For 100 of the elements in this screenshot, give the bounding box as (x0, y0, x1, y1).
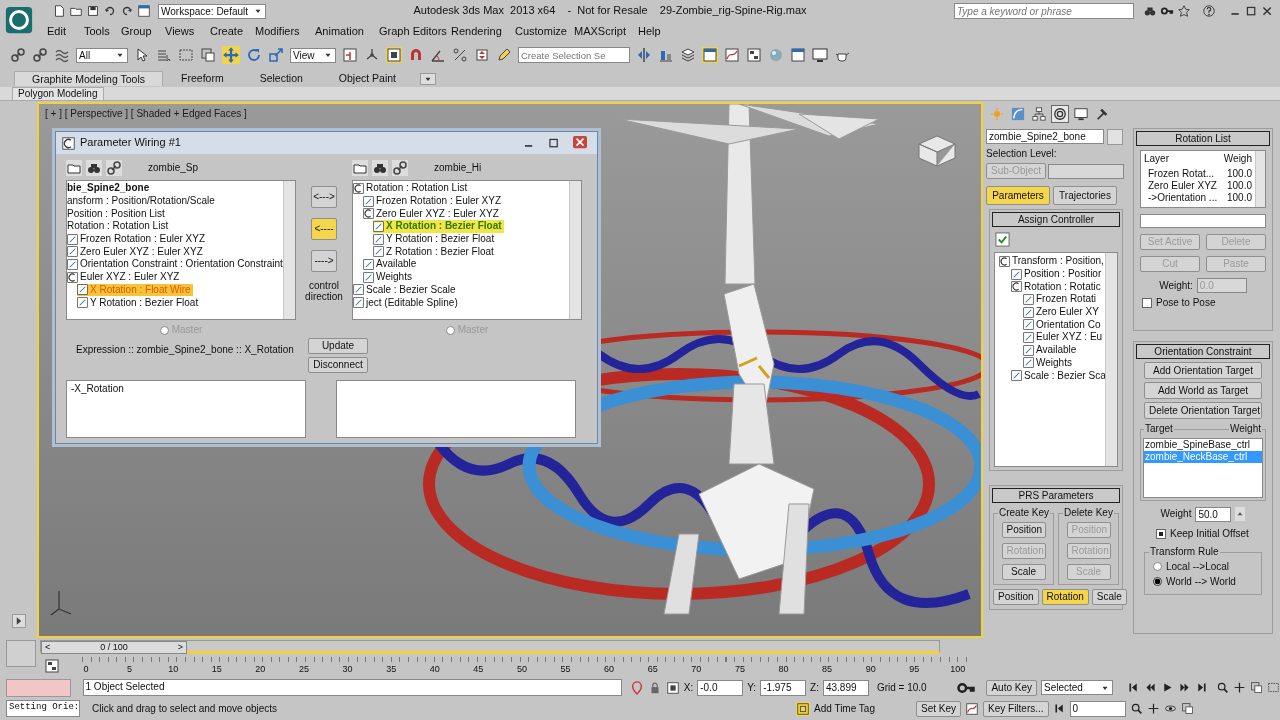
ribbon-tab[interactable]: Graphite Modeling Tools (14, 70, 164, 87)
scrollbar[interactable] (1255, 151, 1265, 207)
scrollbar[interactable] (1105, 253, 1117, 466)
tree-item[interactable]: Rotation : Rotatic (1011, 280, 1103, 294)
prs-tab[interactable]: Position (993, 589, 1039, 605)
favorites-icon[interactable] (1177, 4, 1191, 18)
mirror-icon[interactable] (636, 47, 652, 63)
coordinate-field[interactable]: -0.0 (697, 679, 744, 696)
menu-item[interactable]: Animation (315, 23, 379, 40)
set-key-button[interactable]: Set Key (916, 700, 962, 717)
render-setup-icon[interactable] (790, 47, 806, 63)
viewport-expand-icon[interactable] (11, 614, 26, 628)
tree-item[interactable]: Y Rotation : Bezier Float (373, 232, 497, 246)
rendered-frame-icon[interactable] (812, 47, 828, 63)
time-tag-icon[interactable] (796, 701, 810, 716)
tree-item[interactable]: bie_Spine2_bone (67, 182, 152, 195)
column-header[interactable]: Layer (1144, 153, 1169, 165)
track-view-icon[interactable] (44, 658, 60, 674)
help-icon[interactable] (1202, 4, 1216, 18)
viewport-label[interactable]: [ + ] [ Perspective ] [ Shaded + Edged Faces ] (45, 108, 247, 120)
scrollbar[interactable] (283, 181, 295, 319)
ribbon-tab[interactable]: Freeform (163, 70, 242, 87)
previous-frame-icon[interactable] (1144, 681, 1157, 694)
tree-item[interactable]: ject (Editable Spline) (353, 296, 460, 309)
edit-named-selection-icon[interactable] (496, 47, 512, 63)
weight-field[interactable]: 50.0 (1195, 506, 1232, 522)
tree-item[interactable]: Available (363, 258, 419, 271)
ribbon-panel-label[interactable]: Polygon Modeling (12, 86, 104, 101)
assign-controller-icon[interactable] (995, 232, 1010, 247)
spinner-icon[interactable] (1235, 507, 1246, 522)
tree-item[interactable]: Zero Euler XYZ : Euler XYZ (67, 245, 205, 259)
zoom-icon[interactable] (1216, 681, 1229, 694)
target-list-item[interactable]: zombie_SpineBase_ctrl (1144, 438, 1262, 451)
tree-item[interactable]: X Rotation : Bezier Float (373, 220, 504, 233)
mini-curve-toggle[interactable] (6, 640, 36, 667)
tree-item[interactable]: Euler XYZ : Euler XYZ (67, 270, 182, 284)
menu-item[interactable]: Tools (84, 23, 121, 40)
panel-tab-icon[interactable] (1030, 105, 1048, 123)
menu-item[interactable]: Modifiers (255, 23, 315, 40)
key-button[interactable]: Position (1001, 522, 1046, 538)
tree-item[interactable]: Scale : Bezier Scale (353, 283, 458, 297)
column-header[interactable]: Weigh (1223, 153, 1252, 165)
maximize-icon[interactable] (1245, 4, 1258, 18)
tree-item[interactable]: Frozen Rotation : Euler XYZ (67, 232, 208, 246)
menu-item[interactable]: Edit (47, 23, 84, 40)
bind-space-warp-icon[interactable] (54, 47, 70, 63)
rollout-header[interactable]: Assign Controller (992, 212, 1120, 227)
menu-item[interactable]: Graph Editors (379, 23, 451, 40)
object-name-field[interactable]: zombie_Spine2_bone (986, 129, 1104, 144)
expression-field[interactable]: -X_Rotation (66, 380, 306, 438)
object-color-swatch[interactable] (1107, 128, 1123, 145)
panel-tab-icon[interactable] (1051, 105, 1069, 123)
key-button[interactable]: Scale (1001, 564, 1046, 580)
track-icon[interactable] (392, 160, 408, 176)
tree-item[interactable]: Frozen Rotati (1023, 293, 1099, 306)
dialog-button[interactable]: Update (308, 338, 368, 354)
pick-object-icon[interactable] (352, 160, 368, 176)
menu-item[interactable]: Help (638, 23, 678, 40)
ribbon-toggle-icon[interactable] (702, 47, 718, 63)
checkbox[interactable] (1142, 298, 1152, 308)
tree-item[interactable]: Y Rotation : Bezier Float (77, 296, 201, 309)
prs-tab[interactable]: Scale (1091, 589, 1127, 605)
coordinate-field[interactable]: -1.975 (760, 679, 807, 696)
constraint-button[interactable]: Add World as Target (1144, 381, 1262, 399)
layer-manager-icon[interactable] (680, 47, 696, 63)
radio-button[interactable] (1153, 577, 1162, 587)
scrollbar[interactable] (569, 181, 581, 319)
workspace-dropdown[interactable]: Workspace: Default (158, 3, 266, 19)
slider-arrow[interactable]: > (177, 641, 183, 653)
select-object-icon[interactable] (134, 47, 150, 63)
menu-item[interactable]: Group (121, 23, 165, 40)
checkbox[interactable] (1156, 528, 1166, 539)
tree-item[interactable]: Rotation : Rotation List (67, 220, 171, 233)
app-logo-icon[interactable] (4, 5, 34, 35)
window-crossing-icon[interactable] (200, 47, 216, 63)
column-header[interactable]: Weight (1229, 422, 1262, 435)
menu-item[interactable]: Create (210, 23, 255, 40)
rotate-icon[interactable] (246, 47, 262, 63)
play-icon[interactable] (1161, 681, 1174, 694)
tree-item[interactable]: Position : Positior (1011, 267, 1104, 281)
tree-item[interactable]: Frozen Rotation : Euler XYZ (363, 194, 504, 208)
next-frame-icon[interactable] (1178, 681, 1191, 694)
rollout-header[interactable]: Rotation List (1136, 131, 1270, 146)
tree-item[interactable]: Position : Position List (67, 207, 167, 221)
expression-field[interactable] (336, 380, 576, 438)
maxscript-listener-field[interactable] (6, 678, 71, 697)
ribbon-tab[interactable]: Selection (241, 70, 321, 87)
named-selection-field[interactable]: Create Selection Se (518, 47, 630, 63)
panel-tab-icon[interactable] (1072, 105, 1090, 123)
tree-item[interactable]: Weights (363, 270, 414, 284)
undo-icon[interactable] (103, 4, 117, 18)
scale-icon[interactable] (268, 47, 284, 63)
mode-button[interactable]: Trajectories (1053, 186, 1117, 205)
tree-item[interactable]: Z Rotation : Bezier Float (373, 245, 496, 259)
direction-button[interactable]: ----> (311, 250, 337, 272)
constraint-button[interactable]: Delete Orientation Target (1144, 401, 1262, 419)
tree-item[interactable]: Orientation Co (1023, 318, 1103, 332)
time-slider-thumb[interactable]: < 0 / 100 > (41, 640, 187, 654)
coordinate-field[interactable]: 43.899 (822, 679, 869, 696)
tree-item[interactable]: Scale : Bezier Sca (1011, 369, 1105, 382)
